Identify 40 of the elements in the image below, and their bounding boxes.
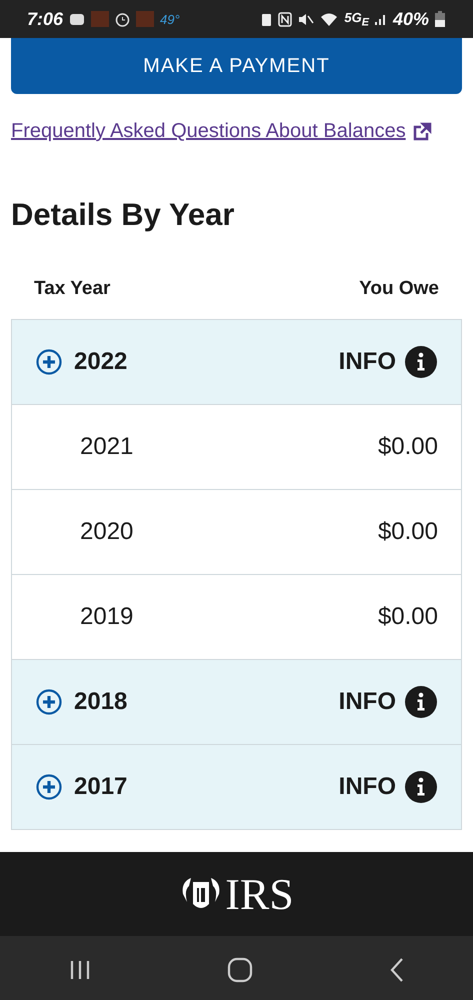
plus-circle-icon[interactable] <box>36 349 62 375</box>
plus-circle-icon[interactable] <box>36 689 62 715</box>
faq-link[interactable]: Frequently Asked Questions About Balances <box>11 120 406 143</box>
external-link-icon <box>412 122 432 142</box>
plus-circle-icon[interactable] <box>36 774 62 800</box>
battery-saver-icon <box>261 12 272 26</box>
mute-icon <box>298 12 314 26</box>
tax-year: 2022 <box>74 348 128 376</box>
irs-logo-text: IRS <box>225 868 294 920</box>
info-label: INFO <box>338 773 396 801</box>
info-icon[interactable] <box>404 770 438 804</box>
tax-year: 2019 <box>80 603 134 631</box>
tax-year: 2017 <box>74 773 128 801</box>
status-time: 7:06 <box>27 8 64 30</box>
info-icon[interactable] <box>404 685 438 719</box>
signal-icon <box>374 12 387 26</box>
section-heading: Details By Year <box>11 197 236 233</box>
make-payment-button[interactable]: MAKE A PAYMENT <box>11 38 462 94</box>
back-icon[interactable] <box>389 957 406 983</box>
column-header: You Owe <box>359 278 439 300</box>
alarm-icon <box>115 12 130 26</box>
amount-owed: $0.00 <box>378 433 438 461</box>
notification-icon <box>91 11 110 27</box>
nfc-icon <box>278 12 292 26</box>
network-type: 5G$_{E}$ <box>344 10 369 28</box>
battery-percent: 40% <box>392 8 429 30</box>
tax-year: 2021 <box>80 433 134 461</box>
notification-icon <box>136 11 154 27</box>
amount-owed: $0.00 <box>378 518 438 546</box>
column-header: Tax Year <box>34 278 110 300</box>
info-label: INFO <box>338 688 396 716</box>
tax-year: 2020 <box>80 518 134 546</box>
battery-icon <box>435 11 445 27</box>
amount-owed: $0.00 <box>378 603 438 631</box>
info-icon[interactable] <box>404 345 438 379</box>
temperature: 49° <box>160 12 180 26</box>
tax-year: 2018 <box>74 688 128 716</box>
wifi-icon <box>320 12 338 26</box>
home-icon[interactable] <box>227 957 254 983</box>
info-label: INFO <box>338 348 396 376</box>
